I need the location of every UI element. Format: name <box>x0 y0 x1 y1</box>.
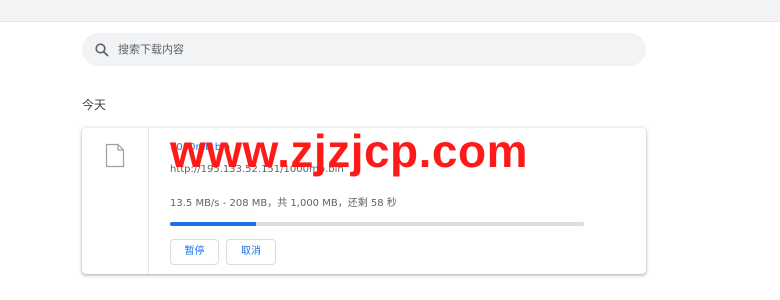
search-input[interactable] <box>118 33 628 66</box>
cancel-button[interactable]: 取消 <box>226 239 276 265</box>
search-icon <box>94 42 110 58</box>
progress-bar <box>170 222 584 226</box>
card-icon-column <box>82 128 149 274</box>
top-bar <box>0 0 780 22</box>
watermark: www.zjzjcp.com <box>170 125 529 177</box>
file-icon <box>105 143 125 168</box>
pause-button[interactable]: 暂停 <box>170 239 219 265</box>
progress-fill <box>170 222 257 226</box>
download-status: 13.5 MB/s - 208 MB，共 1,000 MB，还剩 58 秒 <box>170 198 397 209</box>
search-box[interactable] <box>82 33 646 66</box>
date-heading: 今天 <box>82 98 107 112</box>
